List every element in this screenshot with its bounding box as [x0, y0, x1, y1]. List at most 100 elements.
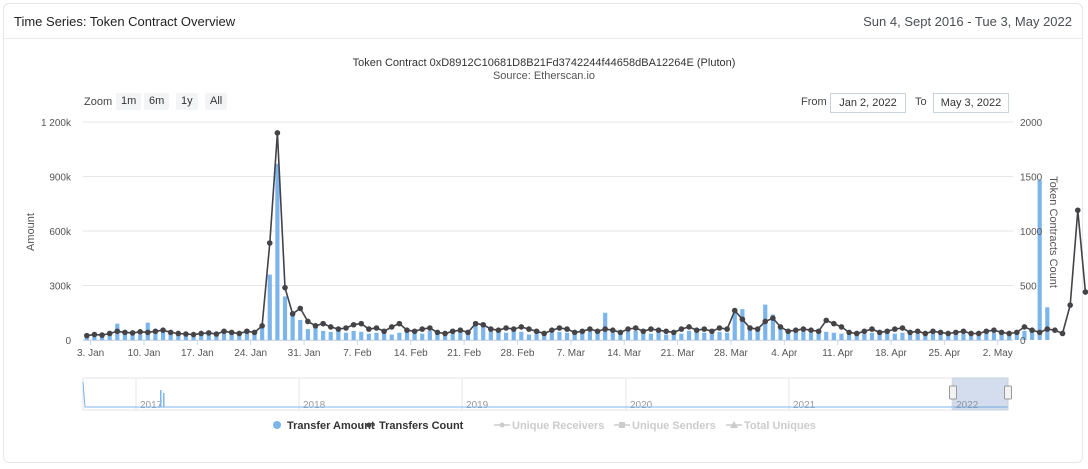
point-transfers-count[interactable]: [762, 318, 769, 325]
point-transfers-count[interactable]: [259, 323, 265, 329]
bar-transfer-amount[interactable]: [808, 332, 814, 340]
bar-transfer-amount[interactable]: [557, 331, 562, 340]
point-transfers-count[interactable]: [838, 324, 845, 330]
point-transfers-count[interactable]: [266, 240, 273, 246]
point-transfers-count[interactable]: [1067, 302, 1073, 308]
point-transfers-count[interactable]: [198, 330, 204, 337]
point-transfers-count[interactable]: [617, 329, 624, 336]
point-transfers-count[interactable]: [564, 326, 570, 332]
point-transfers-count[interactable]: [305, 318, 311, 325]
point-transfers-count[interactable]: [846, 329, 852, 336]
bar-transfer-amount[interactable]: [458, 331, 463, 340]
point-transfers-count[interactable]: [1021, 324, 1028, 330]
bar-transfer-amount[interactable]: [275, 163, 280, 340]
point-transfers-count[interactable]: [350, 321, 357, 328]
point-transfers-count[interactable]: [480, 321, 487, 328]
point-transfers-count[interactable]: [282, 284, 288, 291]
point-transfers-count[interactable]: [922, 330, 929, 337]
bar-transfer-amount[interactable]: [420, 333, 425, 340]
point-transfers-count[interactable]: [892, 326, 898, 332]
bar-transfer-amount[interactable]: [1037, 180, 1042, 340]
bar-transfer-amount[interactable]: [824, 331, 829, 340]
point-transfers-count[interactable]: [442, 330, 448, 337]
bar-transfer-amount[interactable]: [709, 333, 714, 340]
point-transfers-count[interactable]: [625, 326, 631, 332]
point-transfers-count[interactable]: [366, 326, 372, 332]
point-transfers-count[interactable]: [144, 329, 151, 336]
point-transfers-count[interactable]: [998, 329, 1005, 336]
point-transfers-count[interactable]: [709, 328, 715, 335]
point-transfers-count[interactable]: [465, 329, 471, 336]
point-transfers-count[interactable]: [968, 330, 974, 337]
bar-transfer-amount[interactable]: [260, 327, 265, 340]
bar-transfer-amount[interactable]: [328, 331, 333, 340]
point-transfers-count[interactable]: [404, 327, 410, 333]
point-transfers-count[interactable]: [358, 320, 365, 327]
point-transfers-count[interactable]: [678, 326, 685, 332]
point-transfers-count[interactable]: [594, 328, 601, 335]
bar-transfer-amount[interactable]: [892, 333, 897, 340]
point-transfers-count[interactable]: [724, 326, 730, 332]
point-transfers-count[interactable]: [1052, 327, 1058, 333]
point-transfers-count[interactable]: [731, 307, 738, 314]
bar-transfer-amount[interactable]: [907, 334, 913, 340]
point-transfers-count[interactable]: [930, 328, 936, 335]
point-transfers-count[interactable]: [221, 328, 227, 335]
bar-transfer-amount[interactable]: [450, 333, 455, 340]
point-transfers-count[interactable]: [914, 328, 921, 335]
navigator-selection[interactable]: [952, 377, 1009, 411]
point-transfers-count[interactable]: [747, 325, 753, 331]
bar-transfer-amount[interactable]: [290, 312, 295, 340]
point-transfers-count[interactable]: [449, 328, 456, 335]
point-transfers-count[interactable]: [869, 326, 875, 332]
bar-transfer-amount[interactable]: [900, 332, 905, 340]
point-transfers-count[interactable]: [99, 332, 105, 338]
bar-transfer-amount[interactable]: [397, 332, 402, 340]
point-transfers-count[interactable]: [244, 328, 250, 335]
point-transfers-count[interactable]: [655, 327, 662, 333]
point-transfers-count[interactable]: [472, 320, 479, 327]
point-transfers-count[interactable]: [587, 326, 593, 332]
point-transfers-count[interactable]: [327, 324, 334, 330]
point-transfers-count[interactable]: [190, 331, 197, 338]
point-transfers-count[interactable]: [84, 332, 90, 339]
navigator[interactable]: 201720182019202020212022: [82, 377, 1012, 411]
point-transfers-count[interactable]: [823, 317, 830, 324]
point-transfers-count[interactable]: [800, 326, 807, 332]
bar-transfer-amount[interactable]: [664, 334, 669, 340]
point-transfers-count[interactable]: [1036, 329, 1043, 336]
bar-transfer-amount[interactable]: [503, 332, 509, 340]
point-transfers-count[interactable]: [556, 325, 563, 331]
bar-transfer-amount[interactable]: [374, 332, 379, 340]
point-transfers-count[interactable]: [648, 326, 654, 332]
point-transfers-count[interactable]: [388, 324, 395, 330]
point-transfers-count[interactable]: [205, 330, 212, 336]
point-transfers-count[interactable]: [274, 130, 281, 136]
bar-transfer-amount[interactable]: [488, 330, 493, 340]
bar-transfer-amount[interactable]: [572, 334, 577, 340]
point-transfers-count[interactable]: [526, 326, 532, 332]
navigator-handle[interactable]: [1004, 385, 1012, 400]
bar-transfer-amount[interactable]: [511, 330, 516, 340]
bar-transfer-amount[interactable]: [984, 333, 989, 340]
point-transfers-count[interactable]: [693, 327, 700, 333]
point-transfers-count[interactable]: [503, 325, 509, 331]
point-transfers-count[interactable]: [808, 327, 814, 333]
bar-transfer-amount[interactable]: [321, 330, 326, 340]
bar-transfer-amount[interactable]: [862, 333, 867, 340]
point-transfers-count[interactable]: [853, 330, 860, 337]
point-transfers-count[interactable]: [228, 329, 235, 336]
point-transfers-count[interactable]: [571, 329, 578, 336]
bar-transfer-amount[interactable]: [519, 331, 524, 340]
bar-transfer-amount[interactable]: [1045, 307, 1050, 340]
legend-item[interactable]: Transfer Amount: [273, 420, 375, 432]
point-transfers-count[interactable]: [785, 328, 791, 335]
bar-transfer-amount[interactable]: [427, 330, 432, 340]
point-transfers-count[interactable]: [640, 328, 647, 335]
bar-transfer-amount[interactable]: [526, 334, 532, 340]
point-transfers-count[interactable]: [396, 320, 403, 327]
point-transfers-count[interactable]: [495, 327, 502, 333]
legend-item[interactable]: Total Uniques: [726, 420, 816, 432]
bar-transfer-amount[interactable]: [610, 332, 615, 340]
point-transfers-count[interactable]: [343, 325, 349, 331]
